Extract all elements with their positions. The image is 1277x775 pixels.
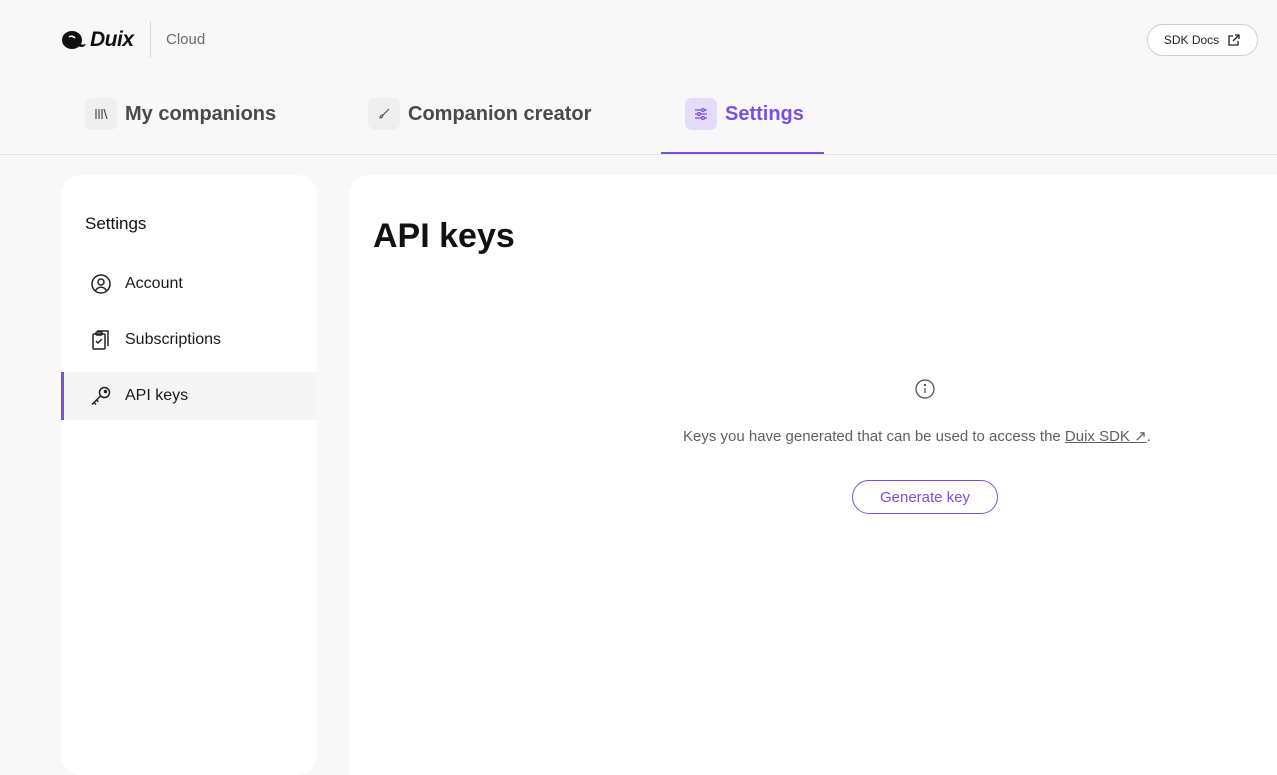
sidebar-item-api-keys[interactable]: API keys — [61, 372, 317, 420]
clipboard-icon — [92, 330, 109, 350]
brush-icon — [368, 98, 400, 130]
sdk-docs-button[interactable]: SDK Docs — [1147, 24, 1258, 56]
sidebar-item-label: Account — [125, 275, 183, 292]
logo-subtitle: Cloud — [166, 31, 206, 48]
tab-label: Settings — [725, 102, 804, 125]
external-link-icon — [1228, 34, 1240, 46]
sidebar-item-label: API keys — [125, 387, 189, 404]
sdk-docs-label: SDK Docs — [1163, 33, 1220, 47]
tab-my-companions[interactable]: My companions — [85, 98, 276, 130]
sidebar-item-label: Subscriptions — [125, 331, 222, 348]
user-circle-icon — [91, 274, 111, 294]
info-icon — [915, 379, 935, 399]
tab-settings[interactable]: Settings — [685, 98, 804, 130]
top-header: Duix Cloud SDK Docs My companions Compan… — [0, 0, 1277, 155]
main-panel: API keys Keys you have generated that ca… — [349, 175, 1277, 775]
library-icon — [85, 98, 117, 130]
sliders-icon — [685, 98, 717, 130]
sidebar-item-subscriptions[interactable]: Subscriptions — [61, 316, 317, 364]
duix-sdk-link[interactable]: Duix SDK ↗ — [1065, 428, 1147, 445]
logo-divider — [150, 21, 151, 58]
tab-label: Companion creator — [408, 102, 592, 125]
active-tab-underline — [661, 152, 824, 154]
empty-state-prefix: Keys you have generated that can be used… — [683, 428, 1065, 445]
duix-logo[interactable]: Duix — [61, 28, 134, 51]
sidebar-item-account[interactable]: Account — [61, 260, 317, 308]
generate-key-button[interactable]: Generate key — [852, 480, 998, 514]
tab-label: My companions — [125, 102, 277, 125]
tab-companion-creator[interactable]: Companion creator — [368, 98, 591, 130]
page-title: API keys — [373, 217, 515, 255]
empty-state-text: Keys you have generated that can be used… — [683, 427, 1151, 445]
key-icon — [91, 386, 111, 406]
logo-text: Duix — [90, 28, 134, 51]
sidebar-title: Settings — [85, 214, 147, 233]
duix-logo-icon — [62, 31, 86, 49]
settings-sidebar: Settings Account Subscriptions API keys — [61, 175, 317, 775]
empty-state-suffix: . — [1146, 428, 1151, 445]
